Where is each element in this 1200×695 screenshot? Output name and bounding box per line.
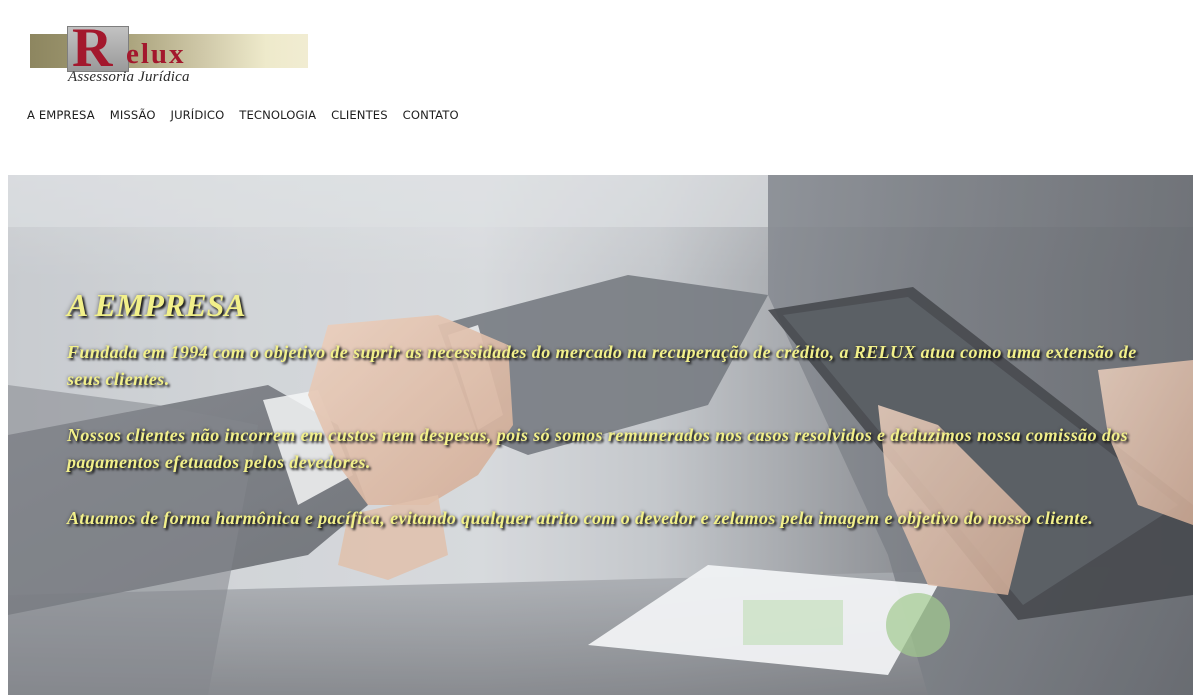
hero-paragraph-1: Fundada em 1994 com o objetivo de suprir… xyxy=(67,342,1137,389)
nav-item-juridico[interactable]: JURÍDICO xyxy=(171,108,225,122)
hero-paragraph-2: Nossos clientes não incorrem em custos n… xyxy=(67,425,1129,472)
nav-item-clientes[interactable]: CLIENTES xyxy=(331,108,388,122)
hero-paragraph-3: Atuamos de forma harmônica e pacífica, e… xyxy=(67,508,1094,528)
nav-item-tecnologia[interactable]: TECNOLOGIA xyxy=(239,108,316,122)
nav-item-a-empresa[interactable]: A EMPRESA xyxy=(27,108,95,122)
logo-wordmark: elux xyxy=(126,38,186,70)
main-nav: A EMPRESA MISSÃO JURÍDICO TECNOLOGIA CLI… xyxy=(27,108,474,122)
logo-r-badge: R xyxy=(67,20,129,76)
relux-logo[interactable]: R elux Assessoria Jurídica xyxy=(30,20,308,86)
hero-section: A EMPRESA Fundada em 1994 com o objetivo… xyxy=(8,175,1193,695)
hero-content: A EMPRESA Fundada em 1994 com o objetivo… xyxy=(67,285,1147,561)
hero-title: A EMPRESA xyxy=(67,287,246,323)
logo-tagline: Assessoria Jurídica xyxy=(68,69,190,85)
logo-letter: R xyxy=(72,17,113,79)
nav-item-missao[interactable]: MISSÃO xyxy=(110,108,156,122)
nav-item-contato[interactable]: CONTATO xyxy=(403,108,459,122)
